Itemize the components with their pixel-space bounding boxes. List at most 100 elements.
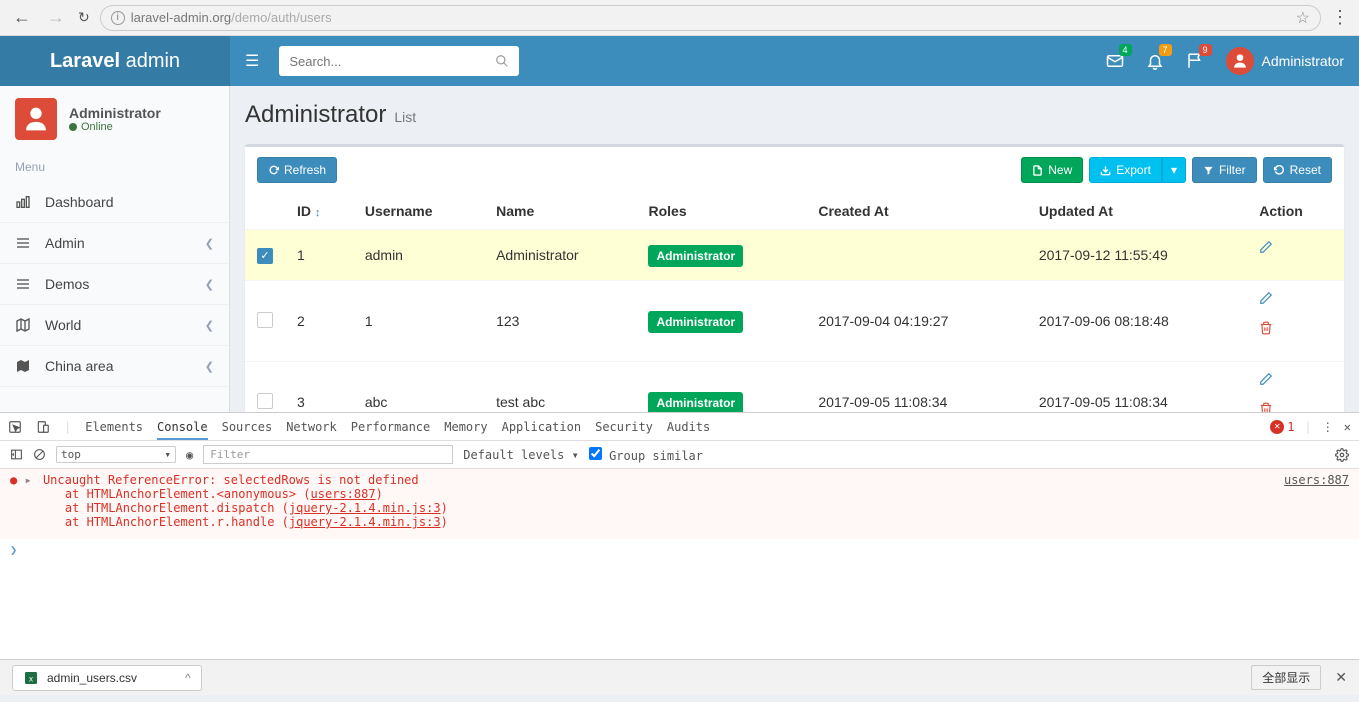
row-checkbox[interactable] bbox=[257, 312, 273, 328]
console-error-line: ● ▸ Uncaught ReferenceError: selectedRow… bbox=[10, 473, 419, 487]
sidebar-item-label: China area bbox=[45, 358, 114, 374]
devtools-tab-audits[interactable]: Audits bbox=[667, 416, 710, 438]
show-all-downloads-button[interactable]: 全部显示 bbox=[1251, 665, 1321, 690]
trash-icon[interactable] bbox=[1259, 321, 1332, 335]
console-filter-input[interactable]: Filter bbox=[203, 445, 453, 464]
stack-link[interactable]: users:887 bbox=[311, 487, 376, 501]
user-panel: Administrator Online bbox=[0, 86, 229, 152]
sidebar-item-china-area[interactable]: China area❮ bbox=[0, 346, 229, 387]
table-row: 3abctest abcAdministrator2017-09-05 11:0… bbox=[245, 362, 1344, 413]
sidebar-item-label: Demos bbox=[45, 276, 89, 292]
edit-icon[interactable] bbox=[1259, 240, 1332, 254]
reload-button[interactable]: ↻ bbox=[78, 9, 90, 26]
data-box: Refresh New Export ▾ bbox=[245, 144, 1344, 412]
edit-icon[interactable] bbox=[1259, 291, 1332, 305]
sidebar-item-label: Dashboard bbox=[45, 194, 114, 210]
export-caret-button[interactable]: ▾ bbox=[1162, 157, 1186, 183]
content-header: Administrator List bbox=[230, 86, 1359, 129]
file-excel-icon: x bbox=[23, 670, 39, 686]
sidebar-item-demos[interactable]: Demos❮ bbox=[0, 264, 229, 305]
search-icon[interactable] bbox=[495, 54, 509, 68]
inspect-icon[interactable] bbox=[8, 420, 22, 434]
avatar-icon bbox=[1226, 47, 1254, 75]
notifications-icon[interactable]: 7 bbox=[1146, 52, 1164, 70]
console-sidebar-toggle-icon[interactable] bbox=[10, 448, 23, 461]
chevron-up-icon[interactable]: ^ bbox=[185, 671, 191, 685]
group-similar-checkbox[interactable]: Group similar bbox=[589, 447, 703, 463]
devtools-tab-network[interactable]: Network bbox=[286, 416, 337, 438]
search-input[interactable] bbox=[289, 54, 495, 69]
edit-icon[interactable] bbox=[1259, 372, 1332, 386]
messages-badge: 4 bbox=[1119, 44, 1132, 56]
device-toggle-icon[interactable] bbox=[36, 420, 50, 434]
role-badge: Administrator bbox=[648, 311, 743, 333]
navbar-right: 4 7 9 Administrator bbox=[1106, 47, 1344, 75]
list-icon bbox=[15, 235, 35, 251]
trash-icon[interactable] bbox=[1259, 402, 1332, 412]
cell-created: 2017-09-04 04:19:27 bbox=[806, 281, 1026, 362]
new-button[interactable]: New bbox=[1021, 157, 1083, 183]
devtools-close-icon[interactable]: ✕ bbox=[1344, 420, 1351, 434]
refresh-button[interactable]: Refresh bbox=[257, 157, 337, 183]
error-count[interactable]: ✕1 bbox=[1270, 420, 1294, 434]
tasks-icon[interactable]: 9 bbox=[1186, 52, 1204, 70]
devtools-tab-elements[interactable]: Elements bbox=[85, 416, 143, 438]
bookmark-star-icon[interactable]: ☆ bbox=[1296, 8, 1310, 28]
console-settings-icon[interactable] bbox=[1335, 448, 1349, 462]
table-row: 21123Administrator2017-09-04 04:19:27201… bbox=[245, 281, 1344, 362]
devtools-tab-console[interactable]: Console bbox=[157, 416, 208, 440]
filter-button[interactable]: Filter bbox=[1192, 157, 1257, 183]
context-select[interactable]: top▾ bbox=[56, 446, 176, 463]
devtools-tab-performance[interactable]: Performance bbox=[351, 416, 430, 438]
sidebar-toggle-icon[interactable]: ☰ bbox=[245, 51, 259, 71]
messages-icon[interactable]: 4 bbox=[1106, 52, 1124, 70]
devtools-tab-security[interactable]: Security bbox=[595, 416, 653, 438]
console-source-link[interactable]: users:887 bbox=[1284, 473, 1349, 487]
devtools-menu-icon[interactable]: ⋮ bbox=[1322, 420, 1334, 434]
row-checkbox[interactable]: ✓ bbox=[257, 248, 273, 264]
browser-menu-icon[interactable]: ⋮ bbox=[1331, 7, 1349, 28]
live-expression-icon[interactable]: ◉ bbox=[186, 448, 193, 462]
stack-link[interactable]: jquery-2.1.4.min.js:3 bbox=[289, 515, 441, 529]
console-stack-line: at HTMLAnchorElement.<anonymous> (users:… bbox=[10, 487, 1349, 501]
cell-username: admin bbox=[353, 230, 484, 281]
back-button[interactable]: ← bbox=[10, 7, 34, 28]
devtools-tab-memory[interactable]: Memory bbox=[444, 416, 487, 438]
log-levels-select[interactable]: Default levels ▾ bbox=[463, 448, 579, 462]
col-id[interactable]: ID ↕ bbox=[285, 193, 353, 230]
stack-link[interactable]: jquery-2.1.4.min.js:3 bbox=[289, 501, 441, 515]
console-prompt[interactable]: ❯ bbox=[0, 539, 1359, 659]
console-toolbar: top▾ ◉ Filter Default levels ▾ Group sim… bbox=[0, 441, 1359, 469]
app-logo[interactable]: Laravel admin bbox=[0, 36, 230, 86]
sidebar-item-admin[interactable]: Admin❮ bbox=[0, 223, 229, 264]
col-updated: Updated At bbox=[1027, 193, 1247, 230]
reset-button[interactable]: Reset bbox=[1263, 157, 1332, 183]
row-checkbox[interactable] bbox=[257, 393, 273, 409]
sidebar-item-world[interactable]: World❮ bbox=[0, 305, 229, 346]
expand-arrow-icon[interactable]: ▸ bbox=[24, 473, 31, 487]
clear-console-icon[interactable] bbox=[33, 448, 46, 461]
devtools-tab-sources[interactable]: Sources bbox=[222, 416, 273, 438]
cell-id: 3 bbox=[285, 362, 353, 413]
download-item[interactable]: x admin_users.csv ^ bbox=[12, 665, 202, 691]
forward-button[interactable]: → bbox=[44, 7, 68, 28]
chevron-left-icon: ❮ bbox=[205, 237, 214, 250]
search-box bbox=[279, 46, 519, 76]
role-badge: Administrator bbox=[648, 245, 743, 267]
sidebar-status: Online bbox=[69, 121, 161, 133]
devtools-tab-application[interactable]: Application bbox=[502, 416, 581, 438]
close-downloads-icon[interactable]: ✕ bbox=[1335, 669, 1347, 686]
browser-chrome: ← → ↻ i laravel-admin.org/demo/auth/user… bbox=[0, 0, 1359, 36]
cell-created bbox=[806, 230, 1026, 281]
address-bar[interactable]: i laravel-admin.org/demo/auth/users ☆ bbox=[100, 5, 1321, 31]
console-stack-line: at HTMLAnchorElement.dispatch (jquery-2.… bbox=[10, 501, 1349, 515]
logo-bold: Laravel bbox=[50, 50, 120, 72]
sort-icon: ↕ bbox=[315, 207, 321, 219]
site-info-icon[interactable]: i bbox=[111, 11, 125, 25]
export-button[interactable]: Export bbox=[1089, 157, 1162, 183]
map-o-icon bbox=[15, 317, 35, 333]
sidebar-item-dashboard[interactable]: Dashboard bbox=[0, 182, 229, 223]
cell-updated: 2017-09-05 11:08:34 bbox=[1027, 362, 1247, 413]
user-menu[interactable]: Administrator bbox=[1226, 47, 1344, 75]
url-path: /demo/auth/users bbox=[231, 10, 331, 25]
